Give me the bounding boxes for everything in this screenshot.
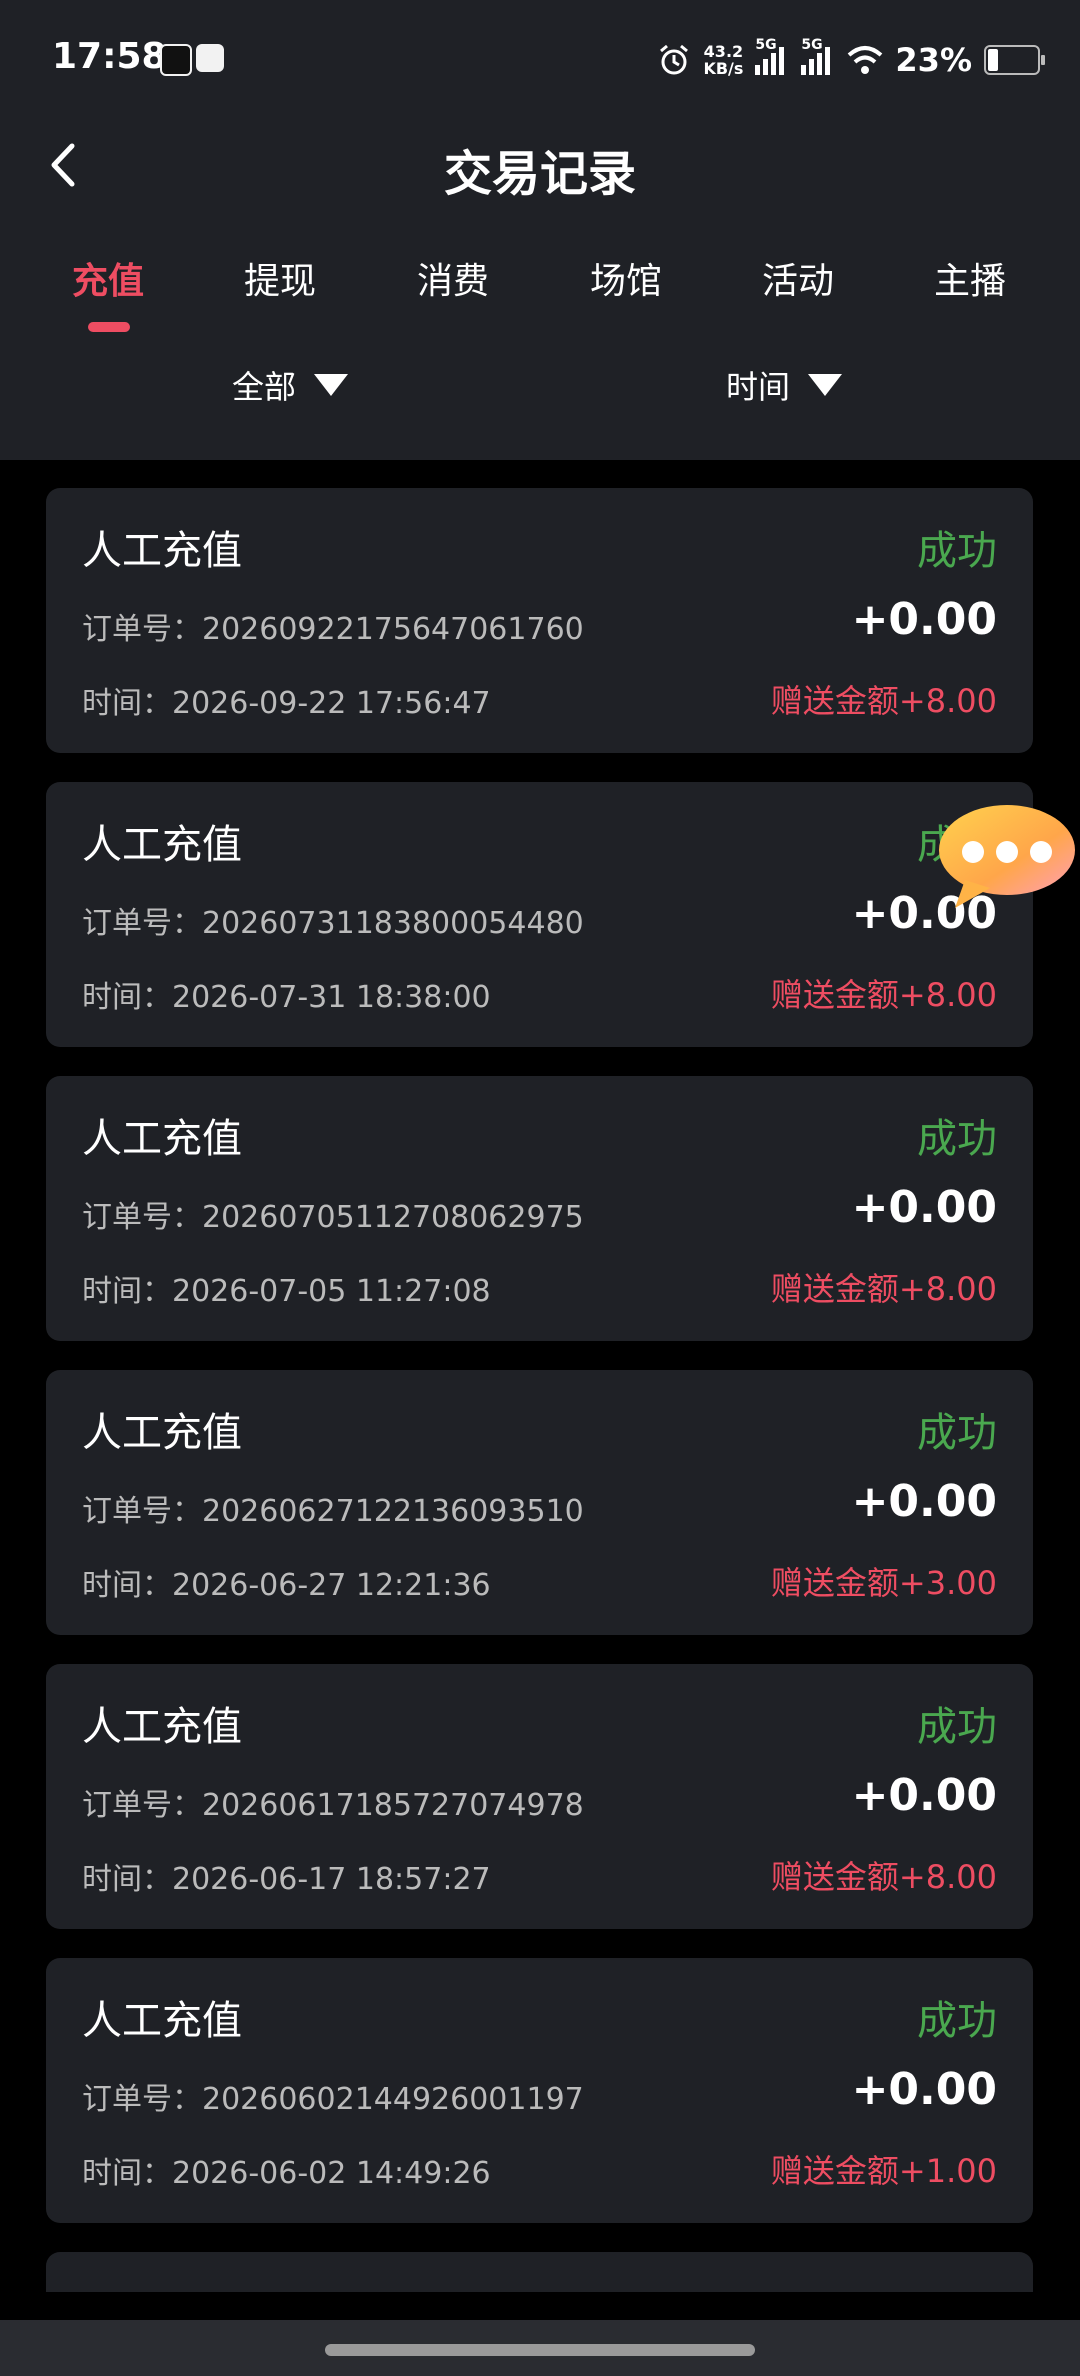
transaction-amount: +0.00 [851,2064,997,2115]
time-filter-dropdown[interactable]: 时间 [726,362,843,408]
transaction-card[interactable]: 人工充值 成功 订单号：20260731183800054480 +0.00 时… [46,782,1033,1047]
tab-consumption[interactable]: 消费 [383,252,523,304]
battery-icon [984,45,1045,75]
time-filter-label: 时间 [726,368,791,406]
transaction-status: 成功 [917,528,997,574]
transaction-time: 时间：2026-07-05 11:27:08 [82,1274,491,1309]
bonus-amount: 赠送金额+1.00 [770,2152,997,2190]
transaction-status: 成功 [917,1998,997,2044]
tab-anchor[interactable]: 主播 [900,252,1040,304]
transaction-amount: +0.00 [851,1182,997,1233]
transaction-amount: +0.00 [851,1476,997,1527]
system-navigation-bar [0,2320,1080,2376]
bonus-amount: 赠送金额+3.00 [770,1564,997,1602]
wifi-icon [848,46,883,74]
tab-activity[interactable]: 活动 [728,252,868,304]
order-number: 订单号：20260705112708062975 [82,1200,584,1235]
battery-percent: 23% [895,41,972,79]
signal-strength-icon: 5G [755,37,789,75]
bonus-amount: 赠送金额+8.00 [770,1270,997,1308]
order-number: 订单号：20260617185727074978 [82,1788,584,1823]
transaction-card-partial[interactable] [46,2252,1033,2292]
transaction-status: 成功 [917,1704,997,1750]
transaction-amount: +0.00 [851,594,997,645]
order-number: 订单号：20260602144926001197 [82,2082,584,2117]
alarm-icon [660,44,689,75]
bonus-amount: 赠送金额+8.00 [770,682,997,720]
transaction-time: 时间：2026-09-22 17:56:47 [82,686,491,721]
tab-recharge[interactable]: 充值 [38,252,178,304]
transaction-time: 时间：2026-07-31 18:38:00 [82,980,491,1015]
tiktok-notification-icon [160,44,192,76]
type-filter-label: 全部 [232,368,297,406]
order-number: 订单号：20260731183800054480 [82,906,584,941]
transaction-type: 人工充值 [82,528,242,574]
header: 交易记录 充值 提现 消费 场馆 活动 主播 全部 时间 [0,100,1080,460]
active-tab-indicator [88,322,130,332]
transaction-amount: +0.00 [851,1770,997,1821]
page-title: 交易记录 [443,146,636,202]
transaction-time: 时间：2026-06-17 18:57:27 [82,1862,491,1897]
transaction-status: 成功 [917,1116,997,1162]
floating-chat-bubble-icon[interactable] [935,800,1080,910]
filter-bar: 全部 时间 [0,362,1080,442]
status-bar: 17:58 43.2 KB/s 5G 5G 23% [0,0,1080,100]
transaction-time: 时间：2026-06-02 14:49:26 [82,2156,491,2191]
transaction-time: 时间：2026-06-27 12:21:36 [82,1568,491,1603]
transaction-type: 人工充值 [82,1998,242,2044]
tab-bar: 充值 提现 消费 场馆 活动 主播 [0,252,1080,332]
transaction-card[interactable]: 人工充值 成功 订单号：20260705112708062975 +0.00 时… [46,1076,1033,1341]
order-number: 订单号：20260922175647061760 [82,612,584,647]
transaction-card[interactable]: 人工充值 成功 订单号：20260627122136093510 +0.00 时… [46,1370,1033,1635]
order-number: 订单号：20260627122136093510 [82,1494,584,1529]
dropdown-triangle-icon [314,374,349,396]
transaction-type: 人工充值 [82,1116,242,1162]
transaction-card[interactable]: 人工充值 成功 订单号：20260602144926001197 +0.00 时… [46,1958,1033,2223]
dropdown-triangle-icon [808,374,843,396]
network-speed-value: 43.2 [703,42,744,61]
signal-type-label-2: 5G [801,37,823,53]
transaction-type: 人工充值 [82,1704,242,1750]
signal-type-label: 5G [755,37,777,53]
signal-strength-icon-2: 5G [801,37,835,75]
bonus-amount: 赠送金额+8.00 [770,1858,997,1896]
network-speed: 43.2 KB/s [703,43,743,77]
transaction-type: 人工充值 [82,822,242,868]
tab-withdraw[interactable]: 提现 [210,252,350,304]
transaction-card[interactable]: 人工充值 成功 订单号：20260922175647061760 +0.00 时… [46,488,1033,753]
transaction-status: 成功 [917,1410,997,1456]
status-indicators: 43.2 KB/s 5G 5G 23% [657,36,1045,84]
transaction-type: 人工充值 [82,1410,242,1456]
bonus-amount: 赠送金额+8.00 [770,976,997,1014]
type-filter-dropdown[interactable]: 全部 [232,362,349,408]
transaction-card[interactable]: 人工充值 成功 订单号：20260617185727074978 +0.00 时… [46,1664,1033,1929]
status-time: 17:58 [52,36,167,77]
app-notification-icon [196,44,224,72]
network-speed-unit: KB/s [703,59,744,78]
home-gesture-handle[interactable] [325,2344,755,2356]
tab-venue[interactable]: 场馆 [556,252,696,304]
